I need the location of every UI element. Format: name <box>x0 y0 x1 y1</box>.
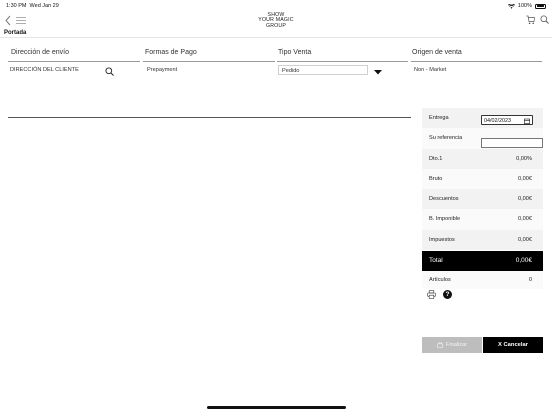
delivery-row: Entrega 04/02/2023 <box>422 108 543 129</box>
finalize-button[interactable]: Finalizar <box>422 337 482 353</box>
nav-bar: SHOW YOUR MAGIC GROUP <box>0 12 552 30</box>
sale-origin-value[interactable]: Non - Market <box>414 67 446 73</box>
help-icon[interactable]: ? <box>443 290 452 300</box>
breadcrumb[interactable]: Portada <box>4 30 26 36</box>
taxable-base-label: B. Imponible <box>429 216 461 223</box>
delivery-date-field[interactable]: 04/02/2023 <box>481 115 533 125</box>
summary-row: Dto.1 0,00% <box>422 148 543 169</box>
summary-row: Bruto 0,00€ <box>422 168 543 190</box>
taxes-label: Impuestos <box>429 236 455 243</box>
articles-row: Artículos 0 <box>422 271 543 290</box>
sale-type-select[interactable]: Pedido <box>278 65 368 75</box>
discount1-value: 0,00% <box>516 155 532 162</box>
bag-icon <box>437 342 443 348</box>
total-value: 0,00€ <box>515 257 532 265</box>
home-indicator[interactable] <box>207 406 346 409</box>
shipping-header: Dirección de envío <box>11 49 69 56</box>
taxable-base-value: 0,00€ <box>518 216 532 223</box>
payment-header: Formas de Pago <box>145 49 197 56</box>
gross-value: 0,00€ <box>518 175 532 182</box>
origin-divider <box>411 61 542 62</box>
client-search-icon[interactable] <box>105 67 114 76</box>
header-divider <box>0 37 552 38</box>
reference-input[interactable] <box>481 138 543 148</box>
articles-value: 0 <box>528 277 532 284</box>
summary-tools: ? <box>422 289 543 303</box>
status-indicators: 100% <box>507 3 546 9</box>
status-time: 1:30 PM Wed Jan 29 <box>6 3 59 9</box>
calendar-icon[interactable] <box>524 118 530 124</box>
cancel-label: X Cancelar <box>498 342 528 348</box>
gross-label: Bruto <box>429 175 443 182</box>
payment-method-value[interactable]: Prepayment <box>147 67 177 73</box>
taxes-value: 0,00€ <box>518 236 532 243</box>
shipping-divider <box>8 61 140 62</box>
shipping-address-value[interactable]: DIRECCIÓN DEL CLIENTE <box>10 67 79 73</box>
finalize-label: Finalizar <box>445 342 468 348</box>
back-icon[interactable] <box>4 15 12 26</box>
summary-row: Impuestos 0,00€ <box>422 229 543 251</box>
summary-row: Descuentos 0,00€ <box>422 189 543 210</box>
delivery-date-value: 04/02/2023 <box>484 117 511 124</box>
wifi-icon <box>507 3 515 9</box>
payment-divider <box>143 61 275 62</box>
logo-line-3: GROUP <box>265 22 287 29</box>
print-icon[interactable] <box>427 290 436 299</box>
status-bar: 1:30 PM Wed Jan 29 100% <box>0 0 552 12</box>
sale-type-header: Tipo Venta <box>278 49 312 56</box>
articles-label: Artículos <box>429 277 451 284</box>
reference-label: Su referencia <box>429 135 463 142</box>
discounts-value: 0,00€ <box>518 196 532 203</box>
sale-type-value: Pedido <box>282 68 300 74</box>
battery-percent: 100% <box>517 3 532 9</box>
total-label: Total <box>429 257 443 265</box>
battery-icon <box>535 3 546 9</box>
search-icon[interactable] <box>540 15 549 24</box>
caret-down-icon[interactable] <box>373 69 383 75</box>
status-date: Wed Jan 29 <box>29 3 59 9</box>
sale-type-divider <box>277 61 408 62</box>
delivery-label: Entrega <box>429 115 449 121</box>
discount1-label: Dto.1 <box>429 155 443 162</box>
brand-logo[interactable]: SHOW YOUR MAGIC GROUP <box>250 12 302 29</box>
cancel-button[interactable]: X Cancelar <box>483 337 543 353</box>
total-row: Total 0,00€ <box>422 251 543 272</box>
lines-divider <box>8 117 411 118</box>
origin-header: Origen de venta <box>412 49 462 56</box>
discounts-label: Descuentos <box>429 196 459 203</box>
cart-icon[interactable] <box>526 15 535 25</box>
status-clock: 1:30 PM <box>6 3 27 9</box>
summary-row: B. Imponible 0,00€ <box>422 209 543 230</box>
menu-icon[interactable] <box>15 16 27 25</box>
